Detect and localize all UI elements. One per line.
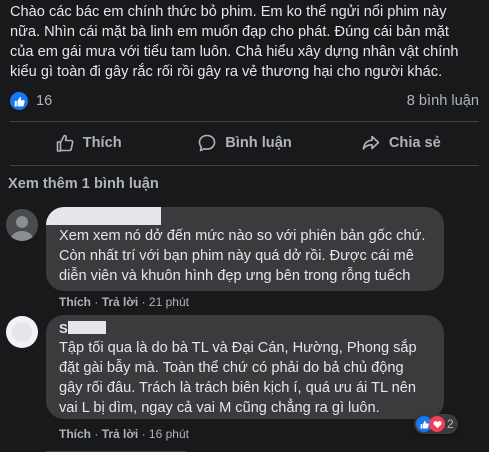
meta-separator: · xyxy=(94,427,99,441)
comment-author[interactable]: S xyxy=(59,319,68,339)
action-bar: Thích Bình luận Chia sẻ xyxy=(10,128,479,158)
comment-author-initial: S xyxy=(59,321,68,336)
comment-like-link[interactable]: Thích xyxy=(59,427,91,441)
meta-separator: · xyxy=(141,427,146,441)
post-text-line: nữa. Nhìn cái mặt bà linh em muốn đạp ch… xyxy=(10,24,449,40)
comment-meta: Thích · Trả lời · 16 phút xyxy=(59,427,189,441)
meta-separator: · xyxy=(141,295,146,309)
reaction-count: 2 xyxy=(447,417,454,431)
divider xyxy=(10,165,479,166)
comment-timestamp[interactable]: 21 phút xyxy=(149,295,189,309)
share-button-label: Chia sẻ xyxy=(388,135,441,151)
comment-text-line: Tập tối qua là do bà TL và Đại Cán, Hườn… xyxy=(59,340,417,356)
post-text-line: Chào các bác em chính thức bỏ phim. Em k… xyxy=(10,4,447,20)
comment-like-link[interactable]: Thích xyxy=(59,295,91,309)
avatar[interactable] xyxy=(6,316,38,348)
post-text-line: kiểu gì toàn đi gây rắc rối rồi gây ra v… xyxy=(10,64,443,80)
comment-reply-link[interactable]: Trả lời xyxy=(102,427,139,441)
divider xyxy=(10,121,479,122)
love-reaction-icon xyxy=(429,416,445,432)
avatar[interactable] xyxy=(6,209,38,241)
comment-text-line: Còn nhất trí với bạn phim này quá dở rồi… xyxy=(59,248,414,264)
like-count[interactable]: 16 xyxy=(36,93,52,109)
share-arrow-icon xyxy=(362,135,380,150)
comment-text-line: đặt gài bẫy mà. Toàn thể chứ có phải do … xyxy=(59,360,404,376)
comment-button-label: Bình luận xyxy=(225,135,292,151)
post-stats: 16 8 bình luận xyxy=(10,92,479,112)
comment-text-line: Xem xem nó dở đến mức nào so với phiên b… xyxy=(59,228,426,244)
thumbs-up-icon xyxy=(56,134,74,152)
like-reaction-icon[interactable] xyxy=(10,92,28,110)
comment-text-line: diễn viên và khuôn hình đẹp ưng bên tron… xyxy=(59,268,411,284)
comment-reply-link[interactable]: Trả lời xyxy=(102,295,139,309)
avatar-image xyxy=(6,209,38,241)
comment-bubble-icon xyxy=(198,134,216,152)
comment-text: Tập tối qua là do bà TL và Đại Cán, Hườn… xyxy=(59,338,444,418)
see-more-comments-link[interactable]: Xem thêm 1 bình luận xyxy=(8,176,159,192)
post-text: Chào các bác em chính thức bỏ phim. Em k… xyxy=(10,2,480,82)
comment-timestamp[interactable]: 16 phút xyxy=(149,427,189,441)
comment-text: Xem xem nó dở đến mức nào so với phiên b… xyxy=(59,226,444,286)
comment-text-line: vai L bị dìm, ngay cả vai M cũng chẳng r… xyxy=(59,400,380,416)
share-button[interactable]: Chia sẻ xyxy=(323,128,479,158)
comment-text-line: gây rối đâu. Trách là trách biên kịch í,… xyxy=(59,380,416,396)
meta-separator: · xyxy=(94,295,99,309)
like-button[interactable]: Thích xyxy=(10,128,166,158)
like-button-label: Thích xyxy=(82,135,122,151)
comment-reactions[interactable]: 2 xyxy=(414,414,458,434)
redacted-author-name[interactable] xyxy=(46,207,161,225)
comment-meta: Thích · Trả lời · 21 phút xyxy=(59,295,189,309)
avatar-image xyxy=(6,316,38,348)
post-text-line: của em gái mưa với tiểu tam luôn. Chả hi… xyxy=(10,44,459,60)
comment-button[interactable]: Bình luận xyxy=(166,128,322,158)
comment-count[interactable]: 8 bình luận xyxy=(407,93,479,109)
redacted-author-name[interactable] xyxy=(68,321,106,334)
